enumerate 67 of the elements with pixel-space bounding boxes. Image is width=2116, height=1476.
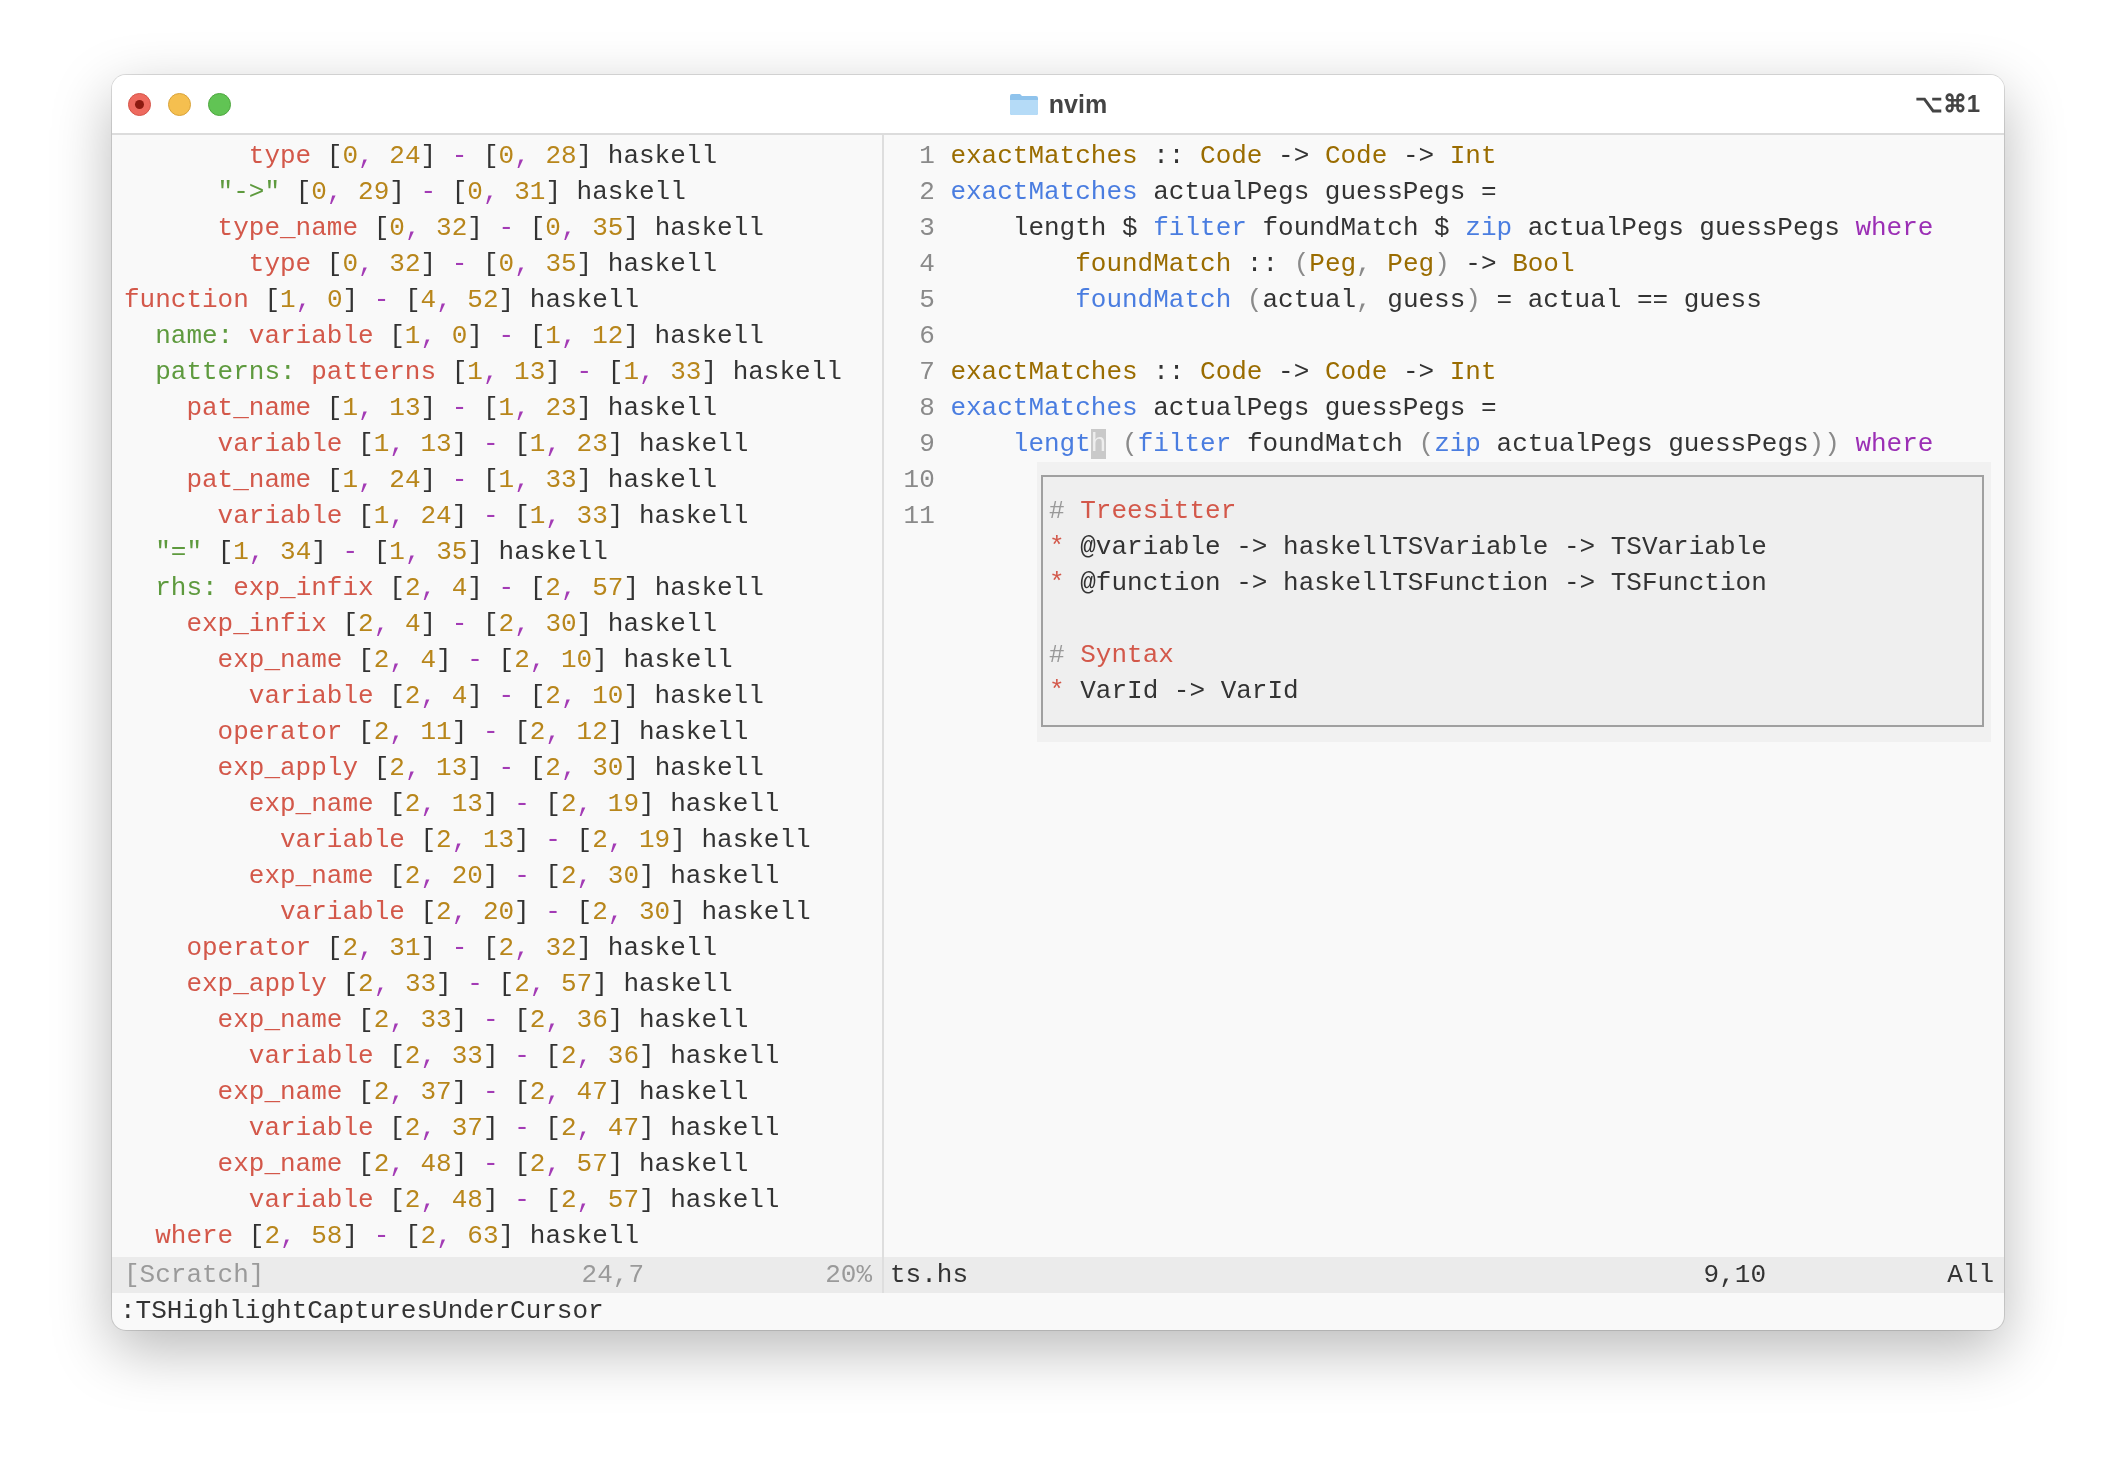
tree-line: exp_name [2, 37] - [2, 47] haskell	[216, 1076, 750, 1109]
tree-line: type [0, 24] - [0, 28] haskell	[247, 140, 719, 173]
tree-line: patterns: patterns [1, 13] - [1, 33] haskell	[154, 356, 843, 389]
tree-line: variable [1, 13] - [1, 23] haskell	[216, 428, 750, 461]
tree-line: "->" [0, 29] - [0, 31] haskell	[216, 176, 687, 209]
tree-line: variable [2, 48] - [2, 57] haskell	[247, 1184, 781, 1217]
code-line: foundMatch (actual, guess) = actual == guess	[1074, 284, 1762, 317]
code-line: exactMatches :: Code -> Code -> Int	[950, 140, 1497, 173]
scroll-position: 20%	[824, 1259, 872, 1292]
line-number: 8	[918, 392, 935, 425]
line-number: 10	[902, 464, 935, 497]
tree-line: exp_name [2, 4] - [2, 10] haskell	[216, 644, 734, 677]
cursor-position: 9,10	[1703, 1259, 1766, 1292]
zoom-button[interactable]	[208, 92, 231, 116]
tree-line: type [0, 32] - [0, 35] haskell	[247, 248, 719, 281]
code-line: exactMatches actualPegs guessPegs =	[950, 176, 1497, 209]
tree-line: "=" [1, 34] - [1, 35] haskell	[154, 536, 609, 569]
tree-line: exp_name [2, 33] - [2, 36] haskell	[216, 1004, 750, 1037]
line-number: 2	[918, 176, 935, 209]
window-shortcut: ⌥⌘1	[1914, 90, 1981, 118]
tree-line: variable [2, 13] - [2, 19] haskell	[279, 824, 812, 857]
popup-heading: # Treesitter	[1049, 495, 1238, 528]
line-number: 11	[902, 500, 935, 533]
tree-line: exp_infix [2, 4] - [2, 30] haskell	[185, 608, 719, 641]
tree-line: exp_apply [2, 13] - [2, 30] haskell	[216, 752, 765, 785]
code-line: exactMatches actualPegs guessPegs =	[950, 392, 1497, 425]
tree-line: rhs: exp_infix [2, 4] - [2, 57] haskell	[154, 572, 765, 605]
folder-icon	[1008, 92, 1039, 116]
tree-line: exp_apply [2, 33] - [2, 57] haskell	[185, 968, 734, 1001]
file-name: [Scratch]	[124, 1259, 266, 1292]
tree-line: operator [2, 11] - [2, 12] haskell	[216, 716, 750, 749]
code-line: exactMatches :: Code -> Code -> Int	[950, 356, 1497, 389]
tree-line: where [2, 58] - [2, 63] haskell	[154, 1220, 640, 1253]
scroll-position: All	[1946, 1259, 1994, 1292]
code-line: foundMatch :: (Peg, Peg) -> Bool	[1074, 248, 1575, 281]
tree-line: operator [2, 31] - [2, 32] haskell	[185, 932, 719, 965]
command-line[interactable]: :TSHighlightCapturesUnderCursor	[120, 1296, 604, 1326]
line-number: 4	[918, 248, 935, 281]
window-title: nvim	[1048, 89, 1108, 119]
close-button[interactable]	[128, 92, 151, 116]
popup-heading: # Syntax	[1049, 639, 1175, 672]
file-name: ts.hs	[890, 1259, 969, 1292]
tree-line: function [1, 0] - [4, 52] haskell	[124, 284, 640, 317]
line-number: 9	[918, 428, 935, 461]
tree-line: pat_name [1, 13] - [1, 23] haskell	[185, 392, 719, 425]
popup-item: * @function -> haskellTSFunction -> TSFunction	[1049, 567, 1768, 600]
code-line: length $ filter foundMatch $ zip actualPegs guessPegs where	[1011, 212, 1934, 245]
tree-line: variable [2, 4] - [2, 10] haskell	[247, 680, 765, 713]
tree-line: exp_name [2, 48] - [2, 57] haskell	[216, 1148, 750, 1181]
line-number: 5	[918, 284, 935, 317]
line-number: 3	[918, 212, 935, 245]
tree-line: type_name [0, 32] - [0, 35] haskell	[216, 212, 765, 245]
tree-line: pat_name [1, 24] - [1, 33] haskell	[185, 464, 719, 497]
popup-item: * @variable -> haskellTSVariable -> TSVariable	[1049, 531, 1768, 564]
tree-line: exp_name [2, 13] - [2, 19] haskell	[247, 788, 781, 821]
line-number: 6	[918, 320, 935, 353]
line-number: 7	[918, 356, 935, 389]
popup-item: * VarId -> VarId	[1049, 675, 1300, 708]
tree-line: variable [2, 37] - [2, 47] haskell	[247, 1112, 781, 1145]
tree-line: name: variable [1, 0] - [1, 12] haskell	[154, 320, 765, 353]
cursor-position: 24,7	[581, 1259, 644, 1292]
tree-line: variable [2, 33] - [2, 36] haskell	[247, 1040, 781, 1073]
minimize-button[interactable]	[168, 92, 191, 116]
tree-line: variable [1, 24] - [1, 33] haskell	[216, 500, 750, 533]
tree-line: variable [2, 20] - [2, 30] haskell	[279, 896, 812, 929]
tree-line: exp_name [2, 20] - [2, 30] haskell	[247, 860, 781, 893]
line-number: 1	[918, 140, 935, 173]
